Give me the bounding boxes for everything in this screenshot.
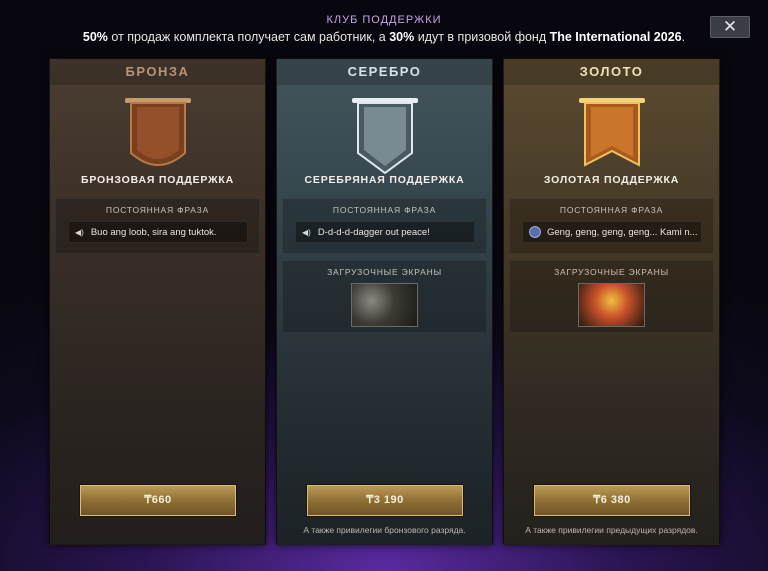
phrase-label: ПОСТОЯННАЯ ФРАЗА bbox=[559, 205, 664, 215]
phrase-text: D-d-d-d-dagger out peace! bbox=[317, 226, 430, 238]
phrase-panel: ПОСТОЯННАЯ ФРАЗА ◀) D-d-d-d-dagger out p… bbox=[282, 198, 487, 254]
phrase-text: Buo ang loob, sira ang tuktok. bbox=[90, 226, 217, 238]
phrase-text: Geng, geng, geng, geng... Kami n... bbox=[547, 226, 698, 238]
header: КЛУБ ПОДДЕРЖКИ 50% от продаж комплекта п… bbox=[0, 14, 768, 44]
header-subtitle: 50% от продаж комплекта получает сам раб… bbox=[0, 30, 768, 44]
tier-label: ЗОЛОТО bbox=[504, 59, 719, 85]
subtitle-event-name: The International 2026 bbox=[549, 30, 682, 44]
tier-card-bronze: БРОНЗА БРОНЗОВАЯ ПОДДЕРЖКА ПОСТОЯННАЯ ФР… bbox=[49, 58, 266, 545]
tier-label: СЕРЕБРО bbox=[277, 59, 492, 85]
banner-icon-silver bbox=[277, 95, 492, 175]
support-name: СЕРЕБРЯНАЯ ПОДДЕРЖКА bbox=[304, 174, 465, 186]
phrase-panel: ПОСТОЯННАЯ ФРАЗА Geng, geng, geng, geng.… bbox=[509, 198, 714, 254]
screens-label: ЗАГРУЗОЧНЫЕ ЭКРАНЫ bbox=[554, 267, 669, 277]
tier-card-gold: ЗОЛОТО ЗОЛОТАЯ ПОДДЕРЖКА ПОСТОЯННАЯ ФРАЗ… bbox=[503, 58, 720, 545]
phrase-label: ПОСТОЯННАЯ ФРАЗА bbox=[105, 205, 210, 215]
screens-label: ЗАГРУЗОЧНЫЕ ЭКРАНЫ bbox=[327, 267, 442, 277]
phrase-play-button[interactable]: ◀) D-d-d-d-dagger out peace! bbox=[295, 221, 475, 243]
phrase-panel: ПОСТОЯННАЯ ФРАЗА ◀) Buo ang loob, sira a… bbox=[55, 198, 260, 254]
banner-icon-bronze bbox=[50, 95, 265, 175]
tier-card-silver: СЕРЕБРО СЕРЕБРЯНАЯ ПОДДЕРЖКА ПОСТОЯННАЯ … bbox=[276, 58, 493, 545]
speaker-icon: ◀) bbox=[302, 227, 311, 237]
close-button[interactable]: ✕ bbox=[710, 16, 750, 38]
buy-bronze-button[interactable]: ₸660 bbox=[80, 485, 236, 516]
phrase-play-button[interactable]: Geng, geng, geng, geng... Kami n... bbox=[522, 221, 702, 243]
tier-label: БРОНЗА bbox=[50, 59, 265, 85]
subtitle-text-2: идут в призовой фонд bbox=[414, 30, 550, 44]
phrase-label: ПОСТОЯННАЯ ФРАЗА bbox=[332, 205, 437, 215]
buy-silver-button[interactable]: ₸3 190 bbox=[307, 485, 463, 516]
loading-screens-panel: ЗАГРУЗОЧНЫЕ ЭКРАНЫ bbox=[282, 260, 487, 333]
support-name: БРОНЗОВАЯ ПОДДЕРЖКА bbox=[81, 174, 234, 186]
close-icon: ✕ bbox=[722, 17, 738, 36]
support-name: ЗОЛОТАЯ ПОДДЕРЖКА bbox=[543, 174, 680, 186]
loading-screens-panel: ЗАГРУЗОЧНЫЕ ЭКРАНЫ bbox=[509, 260, 714, 333]
tier-note: А также привилегии бронзового разряда. bbox=[303, 525, 466, 535]
subtitle-percent-worker: 50% bbox=[82, 30, 108, 44]
subtitle-percent-prize: 30% bbox=[389, 30, 415, 44]
banner-icon-gold bbox=[504, 95, 719, 175]
club-title: КЛУБ ПОДДЕРЖКИ bbox=[326, 14, 442, 26]
phrase-play-button[interactable]: ◀) Buo ang loob, sira ang tuktok. bbox=[68, 221, 248, 243]
subtitle-text-end: . bbox=[681, 30, 686, 44]
subtitle-text-1: от продаж комплекта получает сам работни… bbox=[107, 30, 390, 44]
speaker-icon: ◀) bbox=[75, 227, 84, 237]
tier-note: А также привилегии предыдущих разрядов. bbox=[525, 525, 698, 535]
loading-screen-thumbnail[interactable] bbox=[578, 283, 645, 327]
loading-screen-thumbnail[interactable] bbox=[351, 283, 418, 327]
buy-gold-button[interactable]: ₸6 380 bbox=[534, 485, 690, 516]
hero-icon bbox=[529, 226, 541, 238]
